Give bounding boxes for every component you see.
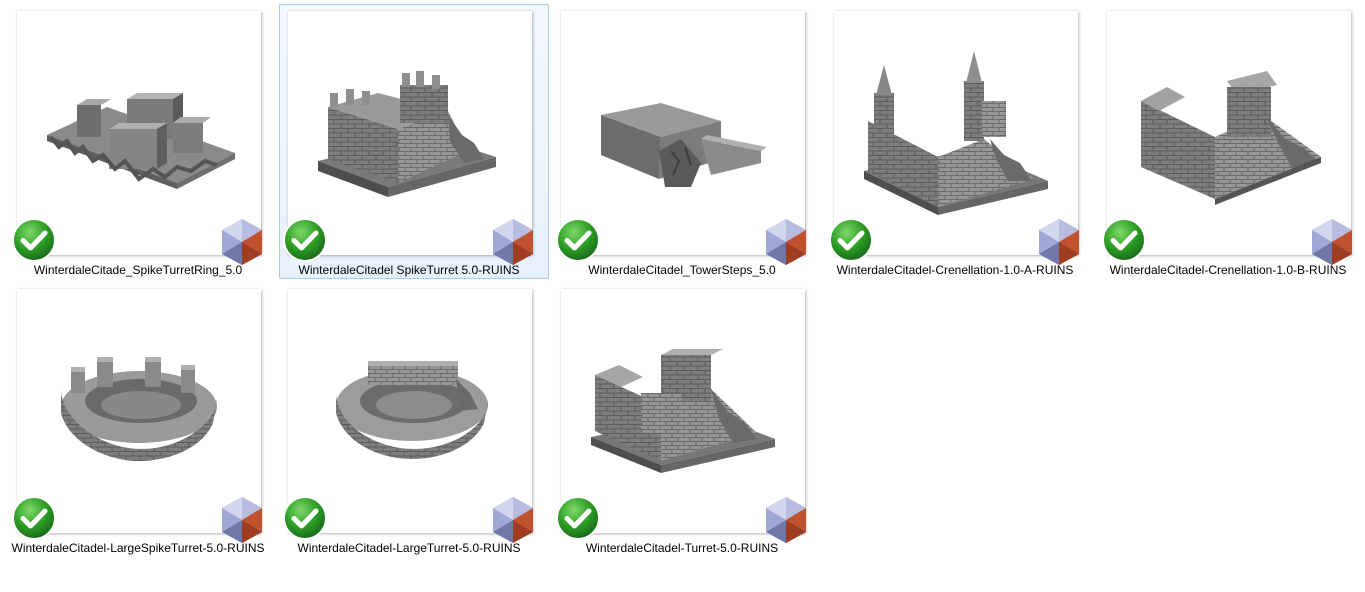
checkmark-icon (12, 218, 56, 262)
checkmark-icon (12, 496, 56, 540)
file-name-label[interactable]: WinterdaleCitadel-LargeTurret-5.0-RUINS (274, 541, 544, 555)
file-thumbnail[interactable] (556, 11, 806, 265)
file-thumbnail[interactable] (1102, 11, 1352, 265)
checkmark-icon (829, 218, 873, 262)
file-name-label[interactable]: WinterdaleCitadel SpikeTurret 5.0-RUINS (274, 263, 544, 277)
file-tile-selected[interactable]: WinterdaleCitadel SpikeTurret 5.0-RUINS (279, 4, 549, 279)
file-name-label[interactable]: WinterdaleCitadel-LargeSpikeTurret-5.0-R… (3, 541, 273, 555)
3d-viewer-app-icon (493, 219, 533, 265)
checkmark-icon (283, 218, 327, 262)
file-tile[interactable]: WinterdaleCitade_SpikeTurretRing_5.0 (8, 4, 278, 279)
checkmark-icon (1102, 218, 1146, 262)
checkmark-icon (556, 218, 600, 262)
file-name-label[interactable]: WinterdaleCitadel-Crenellation-1.0-A-RUI… (820, 263, 1090, 277)
file-thumbnail[interactable] (12, 11, 262, 265)
checkmark-icon (283, 496, 327, 540)
file-thumbnail[interactable] (829, 11, 1079, 265)
file-name-label[interactable]: WinterdaleCitadel-Turret-5.0-RUINS (547, 541, 817, 555)
3d-viewer-app-icon (766, 497, 806, 543)
file-name-label[interactable]: WinterdaleCitadel-Crenellation-1.0-B-RUI… (1093, 263, 1363, 277)
3d-viewer-app-icon (1312, 219, 1352, 265)
3d-viewer-app-icon (222, 497, 262, 543)
file-tile[interactable]: WinterdaleCitadel-Crenellation-1.0-B-RUI… (1098, 4, 1365, 279)
3d-viewer-app-icon (222, 219, 262, 265)
3d-viewer-app-icon (493, 497, 533, 543)
file-thumbnail[interactable] (283, 11, 533, 265)
file-name-label[interactable]: WinterdaleCitadel_TowerSteps_5.0 (547, 263, 817, 277)
file-tile[interactable]: WinterdaleCitadel-LargeTurret-5.0-RUINS (279, 282, 549, 557)
file-tile[interactable]: WinterdaleCitadel-LargeSpikeTurret-5.0-R… (8, 282, 278, 557)
file-grid: WinterdaleCitade_SpikeTurretRing_5.0 Win… (0, 0, 1365, 592)
checkmark-icon (556, 496, 600, 540)
file-thumbnail[interactable] (12, 289, 262, 543)
file-tile[interactable]: WinterdaleCitadel-Crenellation-1.0-A-RUI… (825, 4, 1095, 279)
3d-viewer-app-icon (1039, 219, 1079, 265)
file-thumbnail[interactable] (556, 289, 806, 543)
file-thumbnail[interactable] (283, 289, 533, 543)
file-name-label[interactable]: WinterdaleCitade_SpikeTurretRing_5.0 (3, 263, 273, 277)
file-tile[interactable]: WinterdaleCitadel_TowerSteps_5.0 (552, 4, 822, 279)
file-tile[interactable]: WinterdaleCitadel-Turret-5.0-RUINS (552, 282, 822, 557)
3d-viewer-app-icon (766, 219, 806, 265)
